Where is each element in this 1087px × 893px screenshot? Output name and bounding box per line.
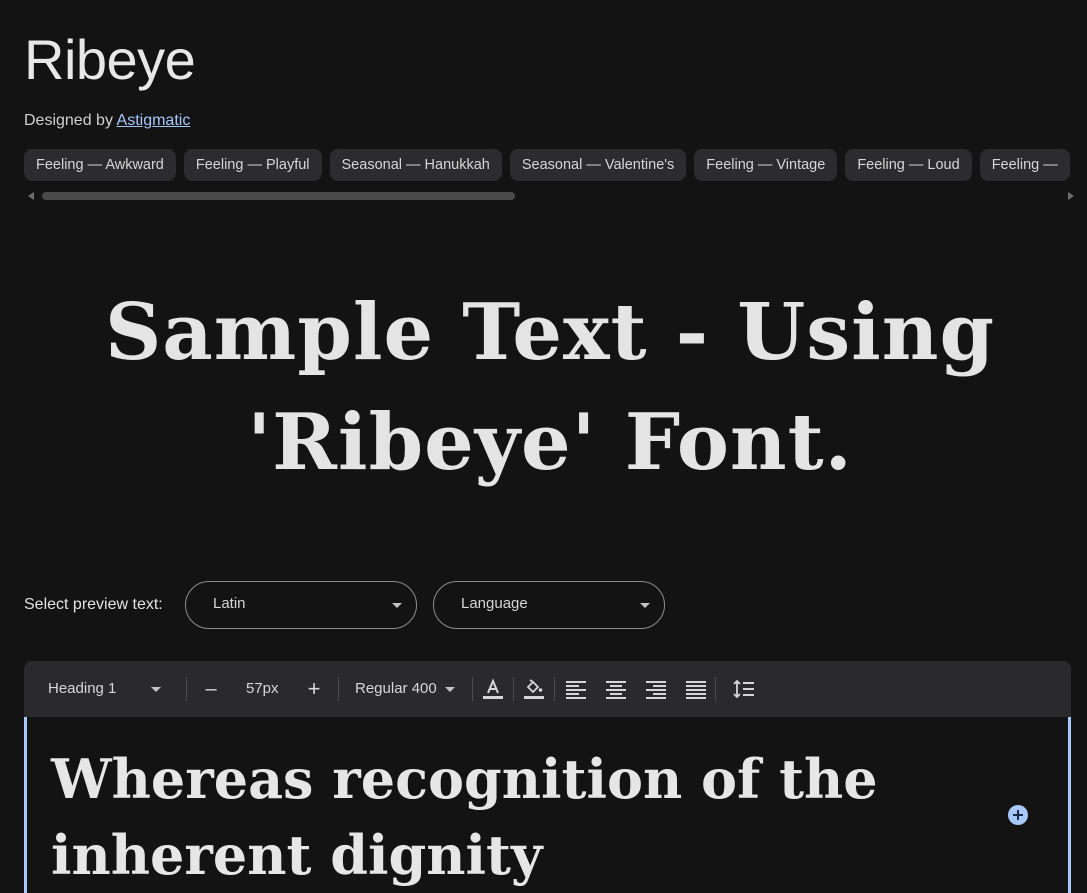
toolbar-divider [338, 677, 339, 701]
align-left-icon[interactable] [564, 677, 588, 701]
designer-line: Designed by Astigmatic [24, 110, 190, 132]
align-center-icon[interactable] [604, 677, 628, 701]
font-title: Ribeye [24, 28, 196, 91]
tag-scrollbar[interactable] [24, 190, 1074, 202]
align-right-icon[interactable] [644, 677, 668, 701]
font-weight-dropdown[interactable]: Regular 400 [355, 661, 460, 717]
script-select[interactable]: Latin [185, 581, 417, 629]
toolbar-divider [513, 677, 514, 701]
tag-chip[interactable]: Feeling — Awkward [24, 149, 176, 181]
scroll-right-arrow-icon[interactable] [1068, 192, 1074, 200]
toolbar-divider [186, 677, 187, 701]
chevron-down-icon [445, 687, 455, 692]
increase-size-button[interactable]: + [304, 661, 324, 717]
preview-editor[interactable]: Whereas recognition of the inherent dign… [24, 717, 1071, 893]
font-size-value[interactable]: 57px [246, 661, 279, 717]
hero-line-2: 'Ribeye' Font. [247, 397, 853, 488]
tag-chip[interactable]: Feeling — Loud [845, 149, 972, 181]
line-height-icon[interactable] [732, 677, 756, 701]
tag-chip[interactable]: Feeling — Vintage [694, 149, 838, 181]
text-style-value: Heading 1 [48, 680, 117, 697]
scrollbar-thumb[interactable] [42, 192, 515, 200]
text-color-icon[interactable] [481, 677, 505, 701]
editor-text[interactable]: Whereas recognition of the inherent dign… [51, 741, 951, 893]
font-specimen-page: Ribeye Designed by Astigmatic Feeling — … [0, 0, 1087, 893]
hero-sample-text: Sample Text - Using 'Ribeye' Font. [60, 278, 1040, 498]
designed-by-label: Designed by [24, 112, 113, 129]
fill-color-icon[interactable] [522, 677, 546, 701]
font-weight-value: Regular 400 [355, 680, 437, 697]
decrease-size-button[interactable]: – [202, 661, 220, 717]
scroll-left-arrow-icon[interactable] [28, 192, 34, 200]
tag-chip[interactable]: Feeling — [979, 149, 1070, 181]
editor-toolbar: Heading 1 – 57px + Regular 400 [24, 661, 1071, 717]
tag-list: Feeling — Awkward Feeling — Playful Season… [24, 149, 1087, 181]
tag-chip[interactable]: Feeling — Playful [183, 149, 322, 181]
hero-line-1: Sample Text - Using [104, 287, 996, 378]
language-select-value: Language [461, 595, 528, 612]
chevron-down-icon [151, 687, 161, 692]
language-select[interactable]: Language [433, 581, 665, 629]
script-select-value: Latin [213, 595, 246, 612]
tag-chip[interactable]: Seasonal — Valentine's [509, 149, 687, 181]
toolbar-divider [554, 677, 555, 701]
chevron-down-icon [640, 603, 650, 608]
chevron-down-icon [392, 603, 402, 608]
designer-link[interactable]: Astigmatic [117, 112, 191, 129]
add-circle-icon[interactable] [1008, 805, 1028, 825]
preview-text-label: Select preview text: [24, 596, 163, 613]
toolbar-divider [472, 677, 473, 701]
tag-chip[interactable]: Seasonal — Hanukkah [329, 149, 502, 181]
text-style-dropdown[interactable]: Heading 1 [48, 661, 168, 717]
toolbar-divider [715, 677, 716, 701]
align-justify-icon[interactable] [684, 677, 708, 701]
